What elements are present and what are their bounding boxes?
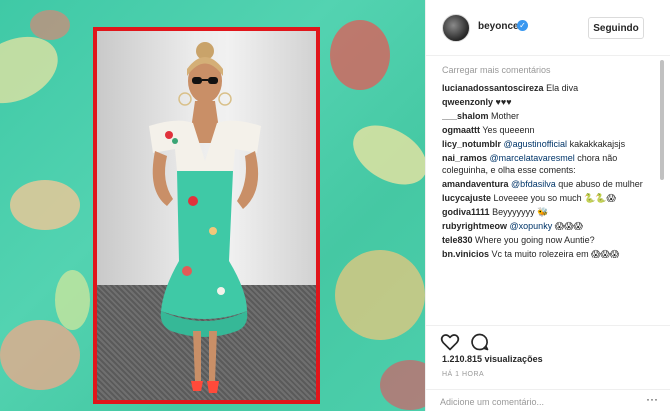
comment-username[interactable]: amandaventura bbox=[442, 179, 509, 189]
floral-pattern bbox=[30, 10, 70, 40]
comment-item: tele830 Where you going now Auntie? bbox=[442, 234, 657, 246]
verified-badge-icon: ✓ bbox=[517, 20, 528, 31]
comment-text: Loveeee you so much 🐍🐍😱 bbox=[493, 193, 616, 203]
comment-text: 😱😱😱 bbox=[554, 221, 583, 231]
floral-pattern bbox=[0, 320, 80, 390]
floral-pattern bbox=[335, 250, 425, 340]
avatar[interactable] bbox=[442, 14, 470, 42]
username-link[interactable]: beyonce bbox=[478, 21, 519, 32]
comment-username[interactable]: godiva1111 bbox=[442, 207, 490, 217]
floral-pattern bbox=[330, 20, 390, 90]
comment-username[interactable]: lucycajuste bbox=[442, 193, 491, 203]
woman-figure bbox=[149, 42, 261, 393]
comment-item: lucianadossantoscireza Ela diva bbox=[442, 82, 657, 94]
floral-pattern bbox=[380, 360, 425, 410]
comment-mention[interactable]: @bfdasilva bbox=[511, 179, 556, 189]
scrollbar-thumb[interactable] bbox=[660, 60, 664, 180]
comment-item: amandaventura @bfdasilva que abuso de mu… bbox=[442, 178, 657, 190]
comment-username[interactable]: tele830 bbox=[442, 235, 473, 245]
floral-pattern bbox=[55, 270, 90, 330]
comment-item: godiva1111 Beyyyyyyy 🐝 bbox=[442, 206, 657, 218]
load-more-comments-link[interactable]: Carregar mais comentários bbox=[442, 65, 657, 75]
floral-pattern bbox=[10, 180, 80, 230]
comment-username[interactable]: lucianadossantoscireza bbox=[442, 83, 544, 93]
comment-text: Vc ta muito rolezeira em 😱😱😱 bbox=[491, 249, 620, 259]
more-options-icon[interactable]: ··· bbox=[643, 393, 661, 409]
comment-text: Where you going now Auntie? bbox=[475, 235, 595, 245]
action-icons bbox=[440, 332, 490, 352]
comment-item: lucycajuste Loveeee you so much 🐍🐍😱 bbox=[442, 192, 657, 204]
comment-text: ♥♥♥ bbox=[495, 97, 512, 107]
comment-text: Yes queeenn bbox=[482, 125, 535, 135]
comment-username[interactable]: rubyrightmeow bbox=[442, 221, 507, 231]
comment-username[interactable]: ogmaattt bbox=[442, 125, 480, 135]
following-button[interactable]: Seguindo bbox=[588, 17, 644, 39]
comment-text: kakakkakajsjs bbox=[569, 139, 626, 149]
comment-text: que abuso de mulher bbox=[558, 179, 643, 189]
comment-item: licy_notumblr @agustinofficial kakakkaka… bbox=[442, 138, 657, 150]
comment-mention[interactable]: @marcelatavaresmel bbox=[490, 153, 575, 163]
comment-text: Beyyyyyyy 🐝 bbox=[492, 207, 549, 217]
post-image[interactable] bbox=[0, 0, 425, 411]
floral-pattern bbox=[342, 113, 425, 197]
post-header: beyonce ✓ Seguindo bbox=[426, 0, 670, 56]
comment-item: ___shalom Mother bbox=[442, 110, 657, 122]
comment-username[interactable]: qweenzonly bbox=[442, 97, 493, 107]
comment-username[interactable]: nai_ramos bbox=[442, 153, 487, 163]
comment-item: bn.vinicios Vc ta muito rolezeira em 😱😱😱 bbox=[442, 248, 657, 260]
post-timestamp[interactable]: HÁ 1 HORA bbox=[442, 371, 484, 378]
comment-mention[interactable]: @agustinofficial bbox=[504, 139, 568, 149]
add-comment-bar: ··· bbox=[426, 389, 670, 411]
comment-item: nai_ramos @marcelatavaresmel chora não c… bbox=[442, 152, 657, 176]
comment-mention[interactable]: @xopunky bbox=[510, 221, 553, 231]
add-comment-input[interactable] bbox=[440, 395, 635, 409]
comment-text: Mother bbox=[491, 111, 520, 121]
photo-frame bbox=[93, 27, 320, 404]
comments-scrollbar[interactable] bbox=[659, 60, 665, 328]
comment-item: qweenzonly ♥♥♥ bbox=[442, 96, 657, 108]
comment-username[interactable]: bn.vinicios bbox=[442, 249, 489, 259]
comments-list: Carregar mais comentários lucianadossant… bbox=[442, 65, 657, 323]
comment-username[interactable]: ___shalom bbox=[442, 111, 489, 121]
comment-bubble-icon[interactable] bbox=[470, 332, 490, 352]
post-sidebar: beyonce ✓ Seguindo Carregar mais comentá… bbox=[425, 0, 670, 411]
comment-item: rubyrightmeow @xopunky 😱😱😱 bbox=[442, 220, 657, 232]
heart-icon[interactable] bbox=[440, 332, 460, 352]
comment-item: ogmaattt Yes queeenn bbox=[442, 124, 657, 136]
post-actions: 1.210.815 visualizações HÁ 1 HORA ··· bbox=[426, 325, 670, 411]
comment-text: Ela diva bbox=[546, 83, 579, 93]
comment-container: lucianadossantoscireza Ela diva qweenzonl… bbox=[442, 82, 657, 260]
comment-username[interactable]: licy_notumblr bbox=[442, 139, 501, 149]
views-count: 1.210.815 visualizações bbox=[442, 354, 543, 364]
